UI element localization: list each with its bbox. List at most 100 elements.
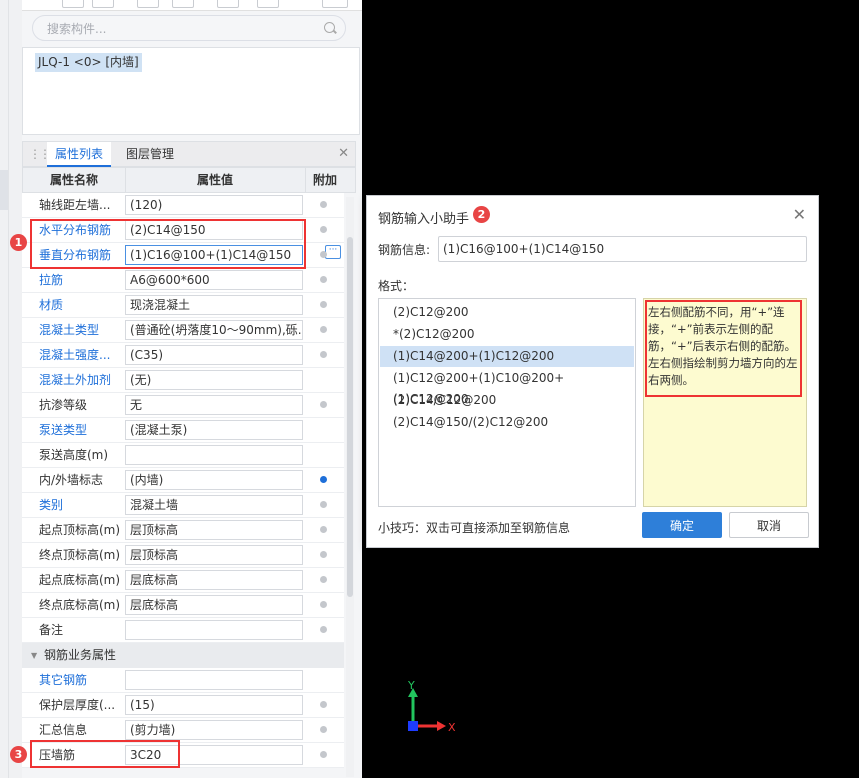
attach-checkbox-icon[interactable] [320,551,327,558]
attach-checkbox-icon[interactable] [320,626,327,633]
property-name[interactable]: 其它钢筋 [39,668,125,692]
dock-selected-tab[interactable] [0,170,8,210]
property-value[interactable]: (120) [125,195,303,215]
search-input[interactable] [45,20,319,38]
property-name[interactable]: 拉筋 [39,268,125,292]
format-item[interactable]: *(2)C12@200 [380,324,634,345]
tab-property-list[interactable]: 属性列表 [47,142,111,167]
table-row[interactable]: 备注 [22,618,344,643]
toolbar-button[interactable] [62,0,84,8]
format-item[interactable]: (2)C14/C12@200 [380,390,634,411]
table-row[interactable]: 起点顶标高(m) 层顶标高 [22,518,344,543]
table-row[interactable]: 起点底标高(m) 层底标高 [22,568,344,593]
property-value[interactable]: (混凝土泵) [125,420,303,440]
property-value[interactable] [125,445,303,465]
attach-checkbox-icon[interactable] [320,251,327,258]
property-value[interactable]: 3C20 [125,745,303,765]
attach-checkbox-icon[interactable] [320,726,327,733]
property-name[interactable]: 混凝土类型 [39,318,125,342]
table-row[interactable]: 类别 混凝土墙 [22,493,344,518]
property-value[interactable]: (无) [125,370,303,390]
table-row[interactable]: 终点顶标高(m) 层顶标高 [22,543,344,568]
toolbar-button[interactable] [92,0,114,8]
property-value[interactable]: 无 [125,395,303,415]
property-name[interactable]: 水平分布钢筋 [39,218,125,242]
property-value[interactable]: (C35) [125,345,303,365]
table-row[interactable]: 保护层厚度(... (15) [22,693,344,718]
property-value[interactable]: 现浇混凝土 [125,295,303,315]
table-row[interactable]: 混凝土外加剂 (无) [22,368,344,393]
format-item[interactable]: (2)C14@150/(2)C12@200 [380,412,634,433]
table-row[interactable]: 拉筋 A6@600*600 [22,268,344,293]
table-row[interactable]: 轴线距左墙... (120) [22,193,344,218]
property-value[interactable]: A6@600*600 [125,270,303,290]
table-row[interactable]: 汇总信息 (剪力墙) [22,718,344,743]
property-value[interactable]: (2)C14@150 [125,220,303,240]
table-row[interactable]: 垂直分布钢筋 (1)C16@100+(1)C14@150 ··· [22,243,344,268]
attach-checkbox-icon[interactable] [320,576,327,583]
property-value[interactable]: 层底标高 [125,595,303,615]
property-value[interactable] [125,620,303,640]
table-row[interactable]: 混凝土强度... (C35) [22,343,344,368]
toolbar-button[interactable] [322,0,348,8]
toolbar-button[interactable] [172,0,194,8]
attach-checkbox-icon[interactable] [320,526,327,533]
property-value[interactable]: (15) [125,695,303,715]
scrollbar-thumb[interactable] [347,237,353,597]
group-header[interactable]: ▼ 钢筋业务属性 [22,643,344,668]
format-list[interactable]: (2)C12@200 *(2)C12@200 (1)C14@200+(1)C12@2… [378,298,636,507]
ok-button[interactable]: 确定 [642,512,722,538]
format-item[interactable]: (2)C12@200 [380,302,634,323]
table-row[interactable]: 抗渗等级 无 [22,393,344,418]
table-row[interactable]: 压墙筋 3C20 [22,743,344,768]
rebar-info-input[interactable] [438,236,807,262]
attach-checkbox-icon[interactable] [320,601,327,608]
format-item[interactable]: (1)C14@200+(1)C12@200 [380,346,634,367]
table-row[interactable]: 终点底标高(m) 层底标高 [22,593,344,618]
ellipsis-button-icon[interactable]: ··· [325,245,341,259]
tab-layer-management[interactable]: 图层管理 [126,142,174,167]
table-row[interactable]: 混凝土类型 (普通砼(坍落度10～90mm),砾... [22,318,344,343]
table-row[interactable]: 泵送高度(m) [22,443,344,468]
collapse-triangle-icon[interactable]: ▼ [31,643,37,668]
attach-checkbox-icon[interactable] [320,226,327,233]
attach-checkbox-icon[interactable] [320,351,327,358]
table-row[interactable]: 其它钢筋 [22,668,344,693]
cancel-button[interactable]: 取消 [729,512,809,538]
property-name[interactable]: 类别 [39,493,125,517]
table-row[interactable]: 水平分布钢筋 (2)C14@150 [22,218,344,243]
component-item[interactable]: JLQ-1 <0> [内墙] [35,53,142,72]
toolbar-button[interactable] [257,0,279,8]
property-value[interactable]: 混凝土墙 [125,495,303,515]
property-name[interactable]: 混凝土外加剂 [39,368,125,392]
attach-checkbox-icon[interactable] [320,201,327,208]
table-row[interactable]: 泵送类型 (混凝土泵) [22,418,344,443]
attach-checkbox-icon[interactable] [320,301,327,308]
toolbar-button[interactable] [137,0,159,8]
attach-checkbox-icon[interactable] [320,326,327,333]
table-row[interactable]: 内/外墙标志 (内墙) [22,468,344,493]
toolbar-button[interactable] [217,0,239,8]
attach-checkbox-icon[interactable] [320,501,327,508]
property-value[interactable]: (内墙) [125,470,303,490]
table-row[interactable]: 材质 现浇混凝土 [22,293,344,318]
property-value[interactable]: (1)C16@100+(1)C14@150 [125,245,303,265]
attach-checkbox-icon[interactable] [320,701,327,708]
property-value[interactable] [125,670,303,690]
property-value[interactable]: (剪力墙) [125,720,303,740]
property-value[interactable]: 层顶标高 [125,545,303,565]
property-name[interactable]: 泵送类型 [39,418,125,442]
scrollbar[interactable] [346,197,354,777]
attach-checkbox-icon[interactable] [320,751,327,758]
format-item[interactable]: (1)C12@200+(1)C10@200+(1)C12@200 [380,368,634,406]
drag-handle-icon[interactable]: ⋮⋮ [29,147,51,161]
attach-checkbox-icon[interactable] [320,476,327,483]
property-name[interactable]: 混凝土强度... [39,343,125,367]
attach-checkbox-icon[interactable] [320,276,327,283]
close-icon[interactable]: ✕ [793,205,806,224]
property-value[interactable]: 层顶标高 [125,520,303,540]
property-value[interactable]: 层底标高 [125,570,303,590]
property-name[interactable]: 材质 [39,293,125,317]
search-box[interactable] [32,15,346,41]
search-icon[interactable] [324,22,335,33]
